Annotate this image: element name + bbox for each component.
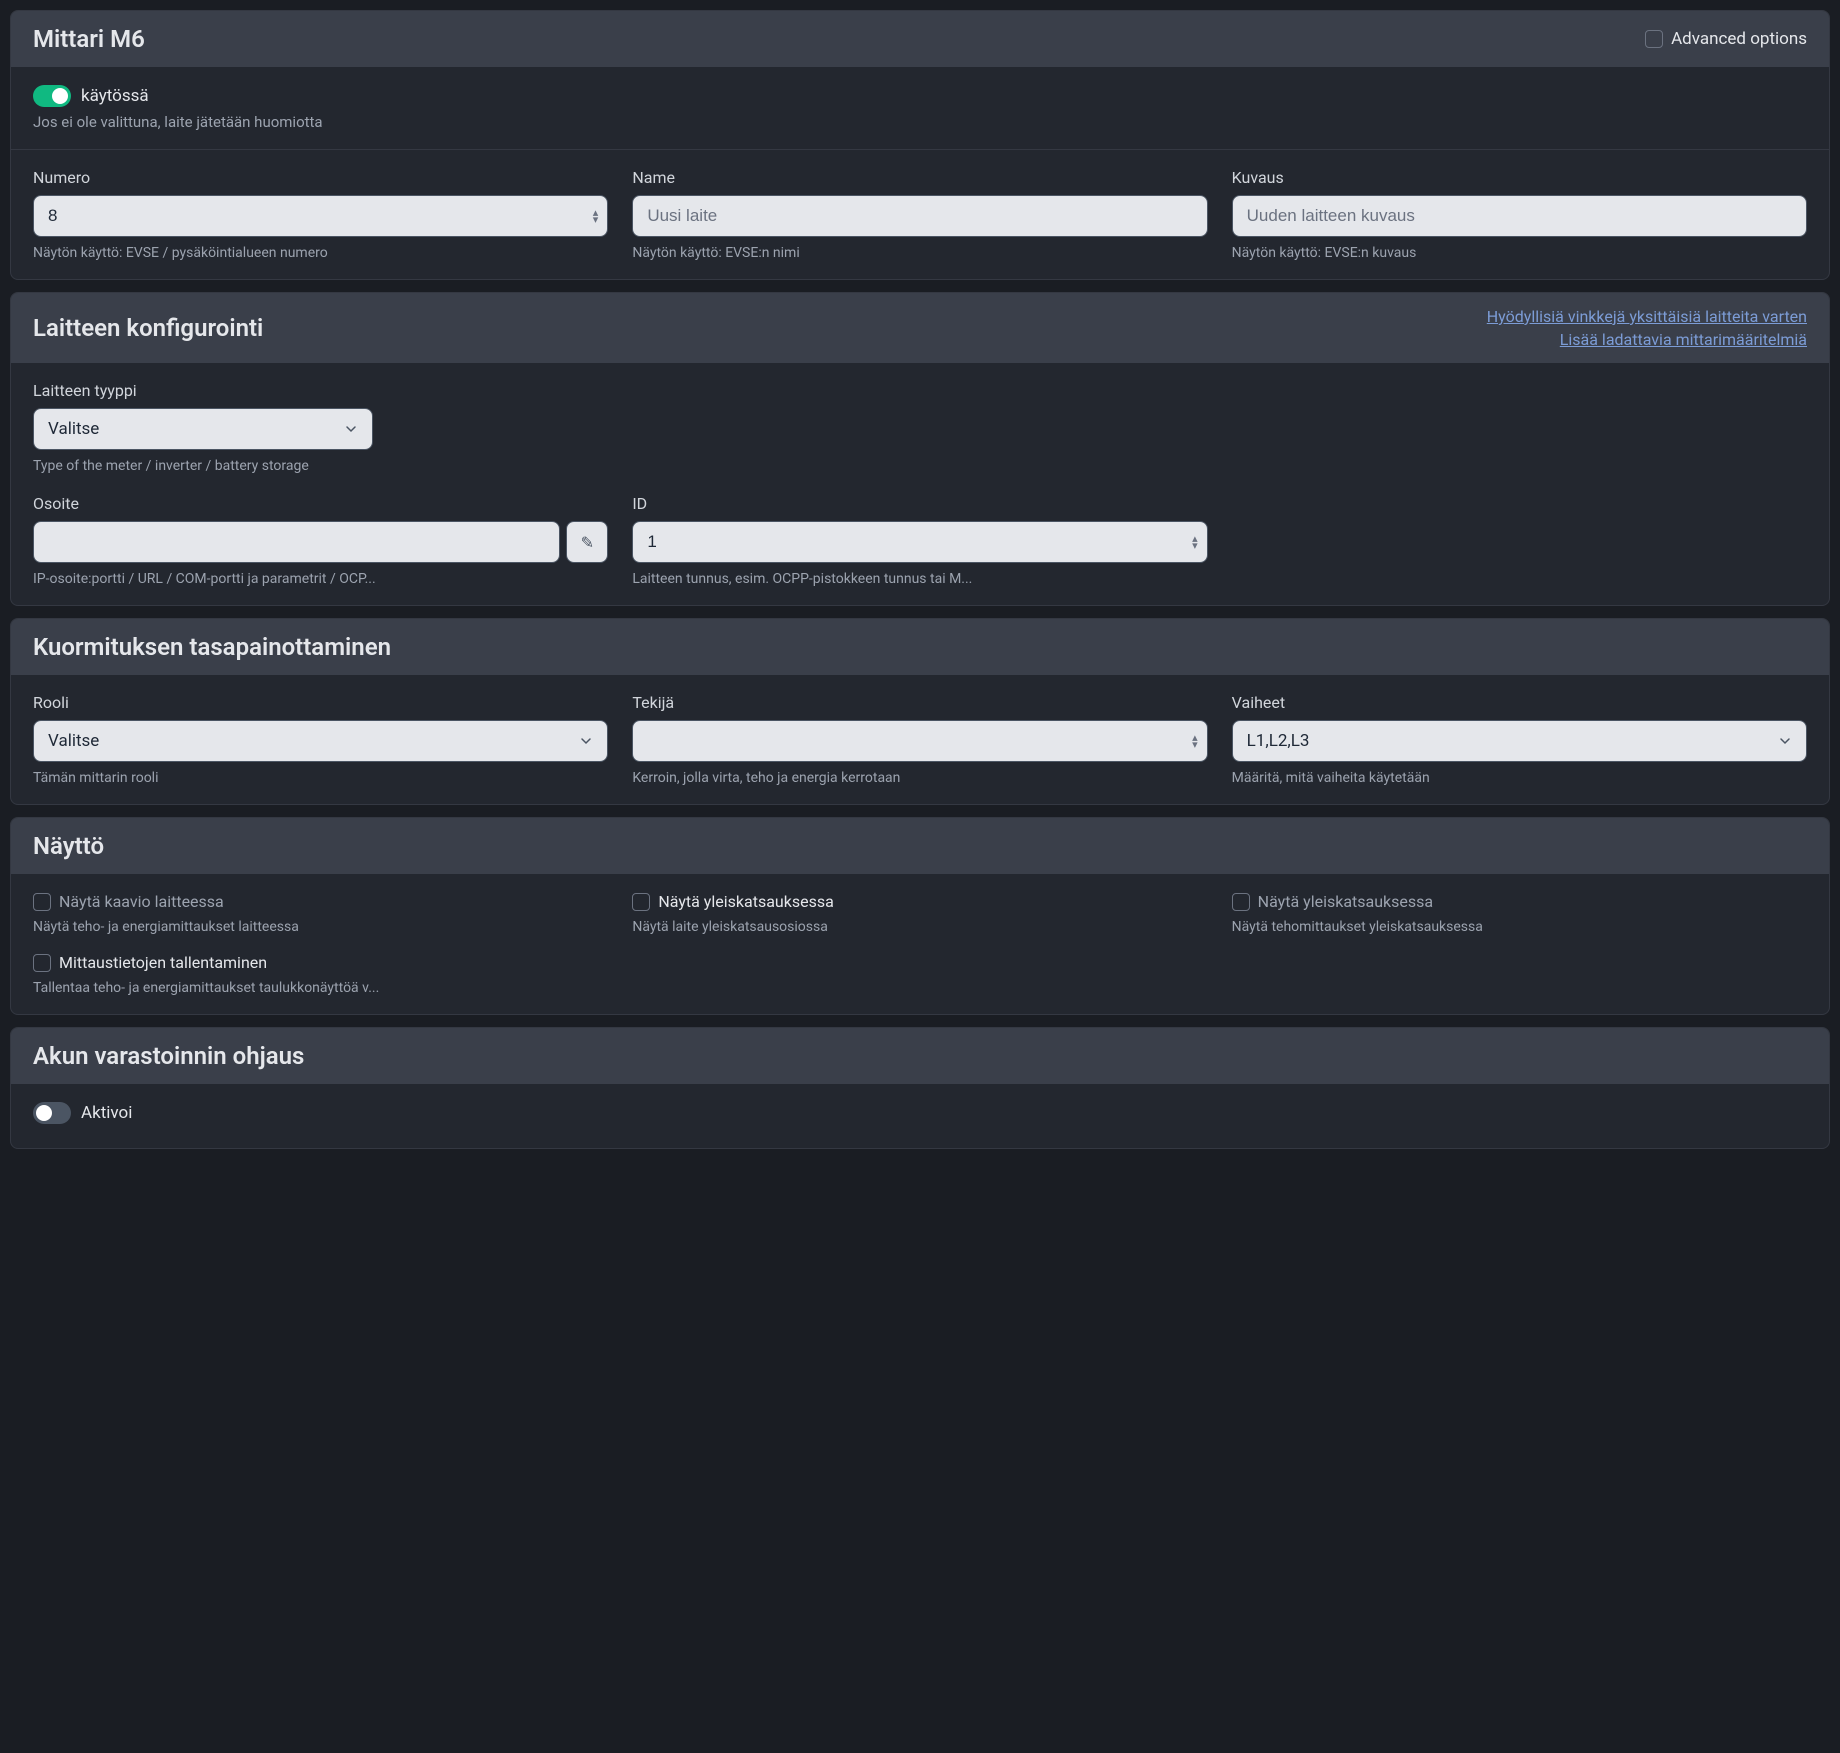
save-data-label: Mittaustietojen tallentaminen [59, 953, 267, 972]
pencil-icon: ✎ [581, 533, 594, 552]
display-title: Näyttö [33, 832, 104, 860]
save-data-checkbox[interactable] [33, 954, 51, 972]
show-power-overview-hint: Näytä tehomittaukset yleiskatsauksessa [1232, 919, 1807, 935]
config-title: Laitteen konfigurointi [33, 314, 263, 342]
meter-panel: Mittari M6 Advanced options käytössä Jos… [10, 10, 1830, 280]
id-input[interactable] [632, 521, 1207, 563]
battery-panel: Akun varastoinnin ohjaus Aktivoi [10, 1027, 1830, 1149]
load-balance-panel: Kuormituksen tasapainottaminen Rooli Val… [10, 618, 1830, 805]
id-hint: Laitteen tunnus, esim. OCPP-pistokkeen t… [632, 571, 1207, 587]
advanced-options-checkbox[interactable] [1645, 30, 1663, 48]
number-hint: Näytön käyttö: EVSE / pysäköintialueen n… [33, 245, 608, 261]
device-type-select[interactable]: Valitse [33, 408, 373, 450]
phases-hint: Määritä, mitä vaiheita käytetään [1232, 770, 1807, 786]
battery-header: Akun varastoinnin ohjaus [11, 1028, 1829, 1084]
phases-select[interactable]: L1,L2,L3 [1232, 720, 1807, 762]
role-hint: Tämän mittarin rooli [33, 770, 608, 786]
address-hint: IP-osoite:portti / URL / COM-portti ja p… [33, 571, 608, 587]
device-type-label: Laitteen tyyppi [33, 381, 1807, 400]
load-balance-title: Kuormituksen tasapainottaminen [33, 633, 391, 661]
meter-title: Mittari M6 [33, 25, 145, 53]
factor-input[interactable] [632, 720, 1207, 762]
desc-input[interactable] [1232, 195, 1807, 237]
factor-label: Tekijä [632, 693, 1207, 712]
activate-toggle[interactable] [33, 1102, 71, 1124]
advanced-options-label: Advanced options [1671, 29, 1807, 49]
show-overview-label: Näytä yleiskatsauksessa [658, 892, 833, 911]
advanced-options-row: Advanced options [1645, 29, 1807, 49]
id-label: ID [632, 494, 1207, 513]
address-input[interactable] [33, 521, 560, 563]
show-chart-hint: Näytä teho- ja energiamittaukset laittee… [33, 919, 608, 935]
load-balance-header: Kuormituksen tasapainottaminen [11, 619, 1829, 675]
config-header: Laitteen konfigurointi Hyödyllisiä vinkk… [11, 293, 1829, 363]
name-input[interactable] [632, 195, 1207, 237]
enabled-toggle-label: käytössä [81, 86, 149, 106]
address-edit-button[interactable]: ✎ [566, 521, 608, 563]
desc-label: Kuvaus [1232, 168, 1807, 187]
enabled-hint: Jos ei ole valittuna, laite jätetään huo… [33, 113, 1807, 131]
battery-title: Akun varastoinnin ohjaus [33, 1042, 304, 1070]
enabled-toggle[interactable] [33, 85, 71, 107]
show-overview-checkbox[interactable] [632, 893, 650, 911]
tips-link[interactable]: Hyödyllisiä vinkkejä yksittäisiä laittei… [1487, 307, 1807, 326]
name-hint: Näytön käyttö: EVSE:n nimi [632, 245, 1207, 261]
desc-hint: Näytön käyttö: EVSE:n kuvaus [1232, 245, 1807, 261]
show-chart-label: Näytä kaavio laitteessa [59, 892, 224, 911]
name-label: Name [632, 168, 1207, 187]
device-type-hint: Type of the meter / inverter / battery s… [33, 458, 1807, 474]
display-header: Näyttö [11, 818, 1829, 874]
show-power-overview-checkbox[interactable] [1232, 893, 1250, 911]
number-label: Numero [33, 168, 608, 187]
config-panel: Laitteen konfigurointi Hyödyllisiä vinkk… [10, 292, 1830, 606]
divider [11, 149, 1829, 150]
factor-hint: Kerroin, jolla virta, teho ja energia ke… [632, 770, 1207, 786]
defs-link[interactable]: Lisää ladattavia mittarimääritelmiä [1560, 330, 1807, 349]
show-overview-hint: Näytä laite yleiskatsausosiossa [632, 919, 1207, 935]
number-input[interactable] [33, 195, 608, 237]
phases-label: Vaiheet [1232, 693, 1807, 712]
display-panel: Näyttö Näytä kaavio laitteessa Näytä teh… [10, 817, 1830, 1015]
role-label: Rooli [33, 693, 608, 712]
role-select[interactable]: Valitse [33, 720, 608, 762]
activate-toggle-label: Aktivoi [81, 1103, 132, 1123]
save-data-hint: Tallentaa teho- ja energiamittaukset tau… [33, 980, 1807, 996]
show-power-overview-label: Näytä yleiskatsauksessa [1258, 892, 1433, 911]
show-chart-checkbox[interactable] [33, 893, 51, 911]
address-label: Osoite [33, 494, 608, 513]
meter-header: Mittari M6 Advanced options [11, 11, 1829, 67]
